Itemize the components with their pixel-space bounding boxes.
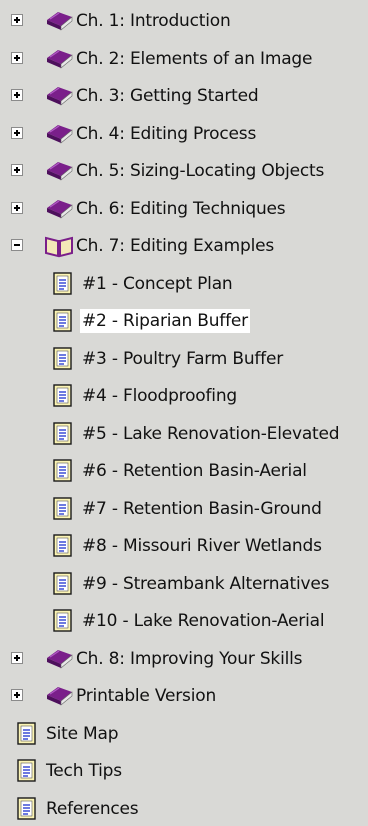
tree-item-label: Ch. 2: Elements of an Image bbox=[76, 48, 313, 69]
page-icon bbox=[53, 271, 73, 300]
closed-book-icon bbox=[44, 84, 74, 112]
expand-toggle-icon[interactable] bbox=[11, 126, 23, 139]
expand-toggle-icon[interactable] bbox=[11, 201, 23, 214]
tree-item-label: #1 - Concept Plan bbox=[82, 273, 233, 294]
tree-item-label: #3 - Poultry Farm Buffer bbox=[82, 348, 284, 369]
tree-chapter-ch-8-improving-your-skills[interactable]: Ch. 8: Improving Your Skills bbox=[0, 642, 368, 676]
tree-item-label: Ch. 1: Introduction bbox=[76, 11, 231, 31]
tree-page-3-poultry-farm-buffer[interactable]: #3 - Poultry Farm Buffer bbox=[0, 342, 368, 376]
expand-toggle-icon[interactable] bbox=[11, 14, 23, 26]
page-icon bbox=[53, 459, 73, 487]
page-icon bbox=[17, 796, 37, 825]
tree-item-label: #5 - Lake Renovation-Elevated bbox=[82, 423, 340, 444]
tree-chapter-ch-6-editing-techniques[interactable]: Ch. 6: Editing Techniques bbox=[0, 192, 368, 226]
page-icon bbox=[53, 609, 73, 637]
tree-page-8-missouri-river-wetlands[interactable]: #8 - Missouri River Wetlands bbox=[0, 529, 368, 563]
tree-page-10-lake-renovation-aerial[interactable]: #10 - Lake Renovation-Aerial bbox=[0, 604, 368, 638]
page-icon bbox=[53, 496, 73, 525]
tree-item-label: #9 - Streambank Alternatives bbox=[82, 573, 330, 594]
tree-item-label: #4 - Floodproofing bbox=[82, 386, 237, 406]
tree-item-label: #10 - Lake Renovation-Aerial bbox=[82, 611, 325, 631]
tree-item-label: #2 - Riparian Buffer bbox=[80, 309, 250, 333]
page-icon bbox=[53, 346, 73, 375]
tree-chapter-ch-3-getting-started[interactable]: Ch. 3: Getting Started bbox=[0, 79, 368, 113]
tree-page-2-riparian-buffer[interactable]: #2 - Riparian Buffer bbox=[0, 304, 368, 338]
tree-chapter-ch-5-sizing-locating-objects[interactable]: Ch. 5: Sizing-Locating Objects bbox=[0, 154, 368, 188]
page-icon bbox=[53, 571, 73, 600]
tree-item-label: References bbox=[46, 798, 139, 819]
tree-page-1-concept-plan[interactable]: #1 - Concept Plan bbox=[0, 267, 368, 301]
closed-book-icon bbox=[44, 159, 74, 187]
tree-item-label: Ch. 5: Sizing-Locating Objects bbox=[76, 161, 325, 181]
tree-item-label: Ch. 7: Editing Examples bbox=[76, 236, 275, 256]
page-icon bbox=[53, 309, 73, 337]
tree-page-4-floodproofing[interactable]: #4 - Floodproofing bbox=[0, 379, 368, 413]
tree-page-9-streambank-alternatives[interactable]: #9 - Streambank Alternatives bbox=[0, 567, 368, 601]
closed-book-icon bbox=[44, 122, 74, 150]
tree-item-label: #7 - Retention Basin-Ground bbox=[82, 498, 322, 519]
tree-page-5-lake-renovation-elevated[interactable]: #5 - Lake Renovation-Elevated bbox=[0, 417, 368, 451]
navigation-tree: Ch. 1: Introduction Ch. 2: Elements of an… bbox=[0, 0, 368, 820]
page-icon bbox=[17, 759, 37, 787]
tree-page-7-retention-basin-ground[interactable]: #7 - Retention Basin-Ground bbox=[0, 492, 368, 526]
tree-page-tech-tips[interactable]: Tech Tips bbox=[0, 754, 368, 788]
closed-book-icon bbox=[44, 197, 74, 225]
tree-item-label: Ch. 6: Editing Techniques bbox=[76, 198, 286, 219]
tree-item-label: Ch. 4: Editing Process bbox=[76, 123, 257, 144]
page-icon bbox=[17, 721, 37, 750]
open-book-icon bbox=[44, 234, 74, 262]
tree-item-label: Printable Version bbox=[76, 686, 217, 706]
tree-chapter-ch-7-editing-examples[interactable]: Ch. 7: Editing Examples bbox=[0, 229, 368, 263]
tree-item-label: #8 - Missouri River Wetlands bbox=[82, 536, 322, 556]
expand-toggle-icon[interactable] bbox=[11, 51, 23, 64]
expand-toggle-icon[interactable] bbox=[11, 164, 23, 176]
tree-item-label: Tech Tips bbox=[46, 761, 122, 781]
tree-chapter-ch-2-elements-of-an-image[interactable]: Ch. 2: Elements of an Image bbox=[0, 42, 368, 76]
tree-item-label: Ch. 3: Getting Started bbox=[76, 86, 259, 106]
tree-item-label: Ch. 8: Improving Your Skills bbox=[76, 648, 303, 669]
expand-toggle-icon[interactable] bbox=[11, 651, 23, 664]
tree-chapter-ch-1-introduction[interactable]: Ch. 1: Introduction bbox=[0, 4, 368, 38]
tree-item-label: #6 - Retention Basin-Aerial bbox=[82, 461, 307, 481]
page-icon bbox=[53, 421, 73, 450]
expand-toggle-icon[interactable] bbox=[11, 89, 23, 101]
tree-page-site-map[interactable]: Site Map bbox=[0, 717, 368, 751]
tree-page-6-retention-basin-aerial[interactable]: #6 - Retention Basin-Aerial bbox=[0, 454, 368, 488]
closed-book-icon bbox=[44, 47, 74, 75]
tree-chapter-printable-version[interactable]: Printable Version bbox=[0, 679, 368, 713]
closed-book-icon bbox=[44, 684, 74, 712]
closed-book-icon bbox=[44, 647, 74, 675]
tree-chapter-ch-4-editing-process[interactable]: Ch. 4: Editing Process bbox=[0, 117, 368, 151]
page-icon bbox=[53, 384, 73, 412]
collapse-toggle-icon[interactable] bbox=[11, 239, 23, 251]
tree-page-references[interactable]: References bbox=[0, 792, 368, 826]
page-icon bbox=[53, 534, 73, 562]
tree-item-label: Site Map bbox=[46, 723, 119, 744]
closed-book-icon bbox=[44, 9, 74, 37]
expand-toggle-icon[interactable] bbox=[11, 689, 23, 701]
